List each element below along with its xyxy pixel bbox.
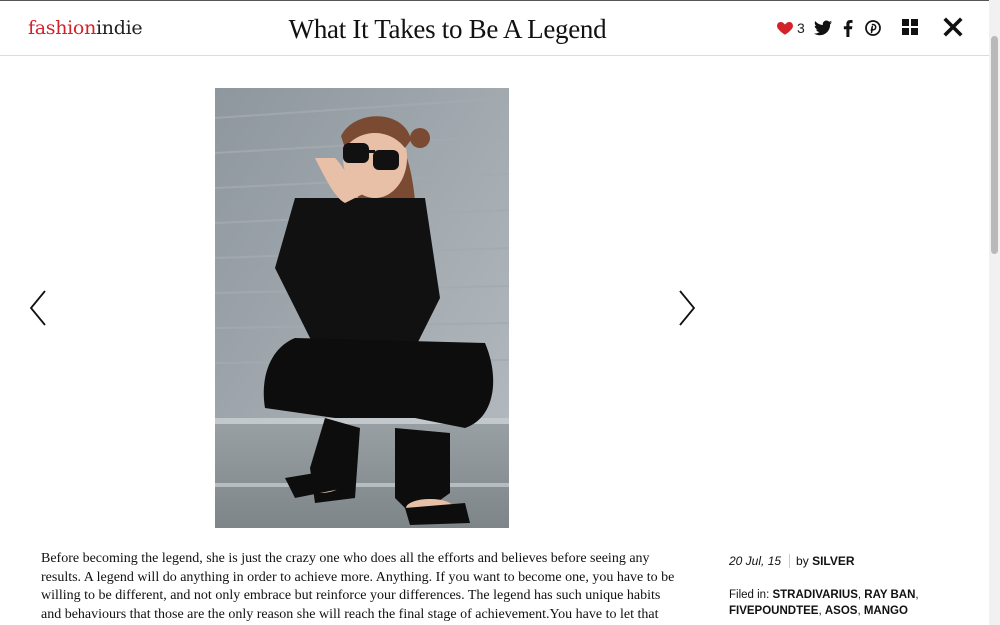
tag-link[interactable]: ASOS (825, 605, 858, 617)
tag-link[interactable]: FIVEPOUNDTEE (729, 605, 818, 617)
tag-link[interactable]: STRADIVARIUS (772, 589, 857, 601)
twitter-icon (813, 20, 832, 36)
facebook-icon (843, 19, 853, 37)
heart-icon (777, 22, 793, 35)
pinterest-icon (864, 20, 881, 36)
close-icon (943, 17, 963, 37)
scrollbar[interactable] (989, 0, 1000, 625)
post-date: 20 Jul, 15 (729, 554, 791, 568)
post-meta: 20 Jul, 15 by SILVER Filed in: STRADIVARI… (729, 552, 969, 619)
next-slide-button[interactable] (673, 288, 699, 328)
scrollbar-thumb[interactable] (991, 36, 998, 254)
article-body: Before becoming the legend, she is just … (41, 551, 675, 622)
filed-in-label: Filed in: (729, 589, 770, 601)
share-actions: 3 (776, 15, 882, 41)
top-bar: fashionindie What It Takes to Be A Legen… (0, 0, 989, 56)
gallery-photo[interactable] (215, 88, 509, 528)
gallery-grid-button[interactable] (900, 17, 920, 37)
by-label: by (796, 554, 809, 568)
grid-icon (902, 19, 918, 35)
photo-illustration (215, 88, 509, 528)
page-title: What It Takes to Be A Legend (288, 14, 607, 44)
logo-fashion: fashion (28, 17, 96, 39)
tag-link[interactable]: RAY BAN (864, 589, 915, 601)
close-button[interactable] (943, 17, 963, 37)
author-link[interactable]: SILVER (812, 554, 854, 568)
logo-indie: indie (96, 17, 143, 39)
facebook-share-button[interactable] (841, 19, 855, 37)
previous-slide-button[interactable] (26, 288, 52, 328)
twitter-share-button[interactable] (813, 19, 832, 37)
filed-in: Filed in: STRADIVARIUS, RAY BAN, FIVEPOU… (729, 589, 919, 617)
byline: by SILVER (796, 554, 854, 568)
chevron-left-icon (29, 290, 46, 326)
like-button[interactable]: 3 (776, 19, 805, 37)
site-logo[interactable]: fashionindie (28, 17, 143, 39)
like-count: 3 (797, 20, 805, 36)
chevron-right-icon (679, 290, 696, 326)
pinterest-share-button[interactable] (864, 19, 882, 37)
tag-link[interactable]: MANGO (864, 605, 908, 617)
